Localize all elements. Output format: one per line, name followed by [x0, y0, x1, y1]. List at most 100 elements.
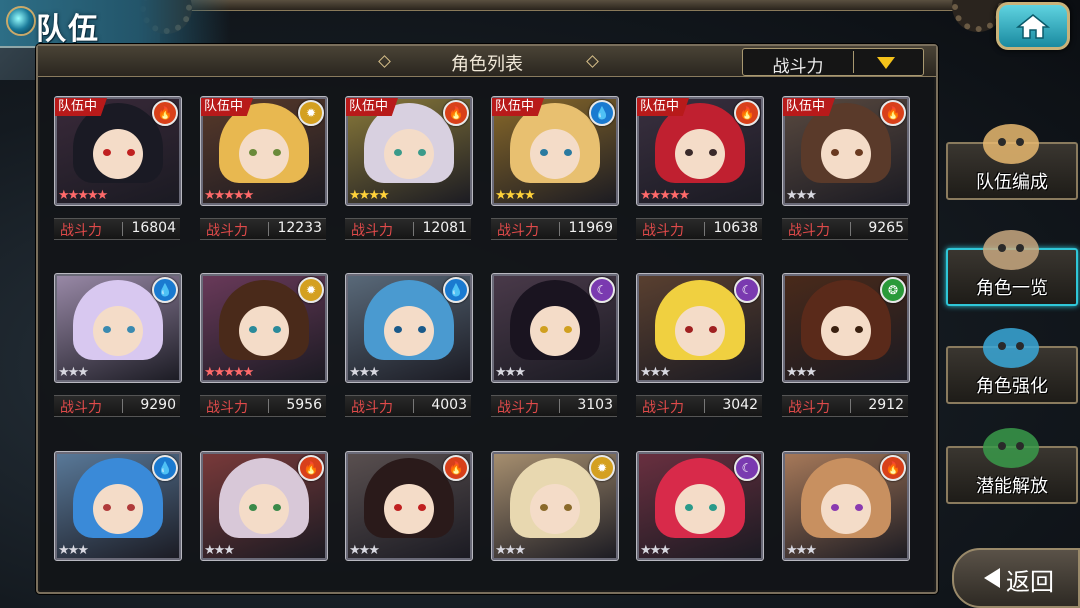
portrait-eye [249, 504, 257, 511]
character-portrait[interactable]: 队伍中 ✹ ★★★★★ [200, 96, 328, 206]
power-row: 战斗力 16804 [54, 218, 180, 240]
rarity-stars: ★★★★★ [640, 543, 671, 558]
power-row: 战斗力 3042 [636, 395, 762, 417]
character-portrait[interactable]: ☾ ★★★★★ [636, 273, 764, 383]
chevron-down-icon[interactable] [877, 57, 895, 69]
star-icon: ★ [504, 543, 517, 558]
character-portrait[interactable]: ☾ ★★★★★ [636, 451, 764, 561]
character-card[interactable]: ☾ ★★★★★ [636, 451, 764, 599]
character-card[interactable]: ✹ ★★★★★ 战斗力 5956 [200, 273, 328, 421]
power-divider [122, 222, 123, 236]
star-icon: ★ [504, 188, 517, 203]
home-button[interactable] [996, 2, 1070, 50]
star-icon: ★ [514, 543, 526, 558]
rarity-stars: ★★★★★ [204, 189, 254, 203]
character-card[interactable]: 🔥 ★★★★★ [782, 451, 910, 599]
character-portrait[interactable]: 💧 ★★★★★ [54, 451, 182, 561]
power-value: 5956 [286, 397, 322, 413]
side-menu-button[interactable]: 潜能解放 [946, 428, 1078, 504]
character-portrait[interactable]: 🔥 ★★★★★ [200, 451, 328, 561]
portrait-eye [709, 504, 717, 511]
rarity-stars: ★★★★★ [640, 365, 671, 380]
portrait-face [93, 306, 143, 356]
character-portrait[interactable]: ❂ ★★★★★ [782, 273, 910, 383]
character-portrait[interactable]: 🔥 ★★★★★ [782, 451, 910, 561]
portrait-face [530, 129, 580, 179]
power-divider [559, 399, 560, 413]
character-portrait[interactable]: 💧 ★★★★★ [345, 273, 473, 383]
character-card[interactable]: 队伍中 🔥 ★★★★★ 战斗力 16804 [54, 96, 182, 244]
character-portrait[interactable]: 队伍中 💧 ★★★★★ [491, 96, 619, 206]
character-card[interactable]: 💧 ★★★★★ 战斗力 4003 [345, 273, 473, 421]
character-portrait[interactable]: ☾ ★★★★★ [491, 273, 619, 383]
character-card[interactable]: ❂ ★★★★★ 战斗力 2912 [782, 273, 910, 421]
side-menu-button[interactable]: 角色强化 [946, 328, 1078, 404]
sort-dropdown[interactable]: 战斗力 [742, 48, 924, 77]
character-portrait[interactable]: 💧 ★★★★★ [54, 273, 182, 383]
character-card[interactable]: 💧 ★★★★★ [54, 451, 182, 599]
sort-selected-label: 战斗力 [772, 57, 824, 77]
star-icon: ★ [67, 188, 80, 203]
character-card[interactable]: 队伍中 🔥 ★★★★★ 战斗力 12081 [345, 96, 473, 244]
character-portrait[interactable]: 队伍中🔥★★★★★ [782, 96, 910, 206]
in-team-badge: 队伍中 [637, 98, 690, 116]
portrait-eye [855, 326, 863, 333]
character-card[interactable]: 队伍中 ✹ ★★★★★ 战斗力 12233 [200, 96, 328, 244]
portrait-eye [564, 326, 572, 333]
character-card[interactable]: 🔥 ★★★★★ [345, 451, 473, 599]
character-portrait[interactable]: 队伍中🔥★★★★★ [345, 96, 473, 206]
power-row: 战斗力 10638 [636, 218, 762, 240]
side-menu-button[interactable]: 角色一览 [946, 230, 1078, 306]
portrait-face [530, 306, 580, 356]
power-value: 10638 [713, 220, 758, 236]
star-icon: ★ [640, 188, 652, 203]
portrait-face [675, 306, 725, 356]
character-portrait[interactable]: ✹★★★★★ [200, 273, 328, 383]
star-icon: ★ [659, 543, 671, 558]
power-row: 战斗力 5956 [200, 395, 326, 417]
star-icon: ★ [649, 365, 662, 380]
star-icon: ★ [77, 188, 89, 203]
power-value: 3042 [722, 397, 758, 413]
portrait-eye [855, 504, 863, 511]
character-card[interactable]: 队伍中 🔥 ★★★★★ 战斗力 9265 [782, 96, 910, 244]
side-menu-button[interactable]: 队伍编成 [946, 124, 1078, 200]
character-card[interactable]: ☾ ★★★★★ 战斗力 3042 [636, 273, 764, 421]
power-value: 16804 [131, 220, 176, 236]
character-portrait[interactable]: ✹★★★★★ [491, 451, 619, 561]
power-label: 战斗力 [60, 223, 102, 239]
portrait-face [675, 484, 725, 534]
star-icon: ★ [204, 543, 216, 558]
home-icon [1015, 14, 1051, 39]
rarity-stars: ★★★★★ [204, 365, 254, 380]
character-portrait[interactable]: 队伍中🔥★★★★★ [636, 96, 764, 206]
portrait-face [384, 129, 434, 179]
star-icon: ★ [67, 543, 80, 558]
character-card[interactable]: 🔥 ★★★★★ [200, 451, 328, 599]
character-card[interactable]: 队伍中 🔥 ★★★★★ 战斗力 10638 [636, 96, 764, 244]
power-row: 战斗力 2912 [782, 395, 908, 417]
character-portrait[interactable]: 队伍中🔥★★★★★ [54, 96, 182, 206]
character-card[interactable]: 队伍中 💧 ★★★★★ 战斗力 11969 [491, 96, 619, 244]
portrait-face [93, 129, 143, 179]
character-card[interactable]: 💧 ★★★★★ 战斗力 9290 [54, 273, 182, 421]
star-icon: ★ [204, 365, 216, 380]
star-icon: ★ [495, 188, 507, 203]
back-button[interactable]: 返回 [952, 548, 1080, 608]
power-divider [850, 222, 851, 236]
portrait-eye [273, 504, 281, 511]
dark-element-icon: ☾ [589, 277, 615, 303]
star-icon: ★ [514, 365, 526, 380]
portrait-face [384, 306, 434, 356]
in-team-badge: 队伍中 [346, 98, 399, 116]
power-row: 战斗力 11969 [491, 218, 617, 240]
star-icon: ★ [213, 365, 226, 380]
star-icon: ★ [786, 543, 798, 558]
party-portraits-icon [966, 122, 1056, 166]
character-card[interactable]: ☾ ★★★★★ 战斗力 3103 [491, 273, 619, 421]
character-portrait[interactable]: 🔥 ★★★★★ [345, 451, 473, 561]
portrait-face [530, 484, 580, 534]
character-card[interactable]: ✹ ★★★★★ [491, 451, 619, 599]
water-element-icon: 💧 [152, 277, 178, 303]
light-element-icon: ✹ [589, 455, 615, 481]
